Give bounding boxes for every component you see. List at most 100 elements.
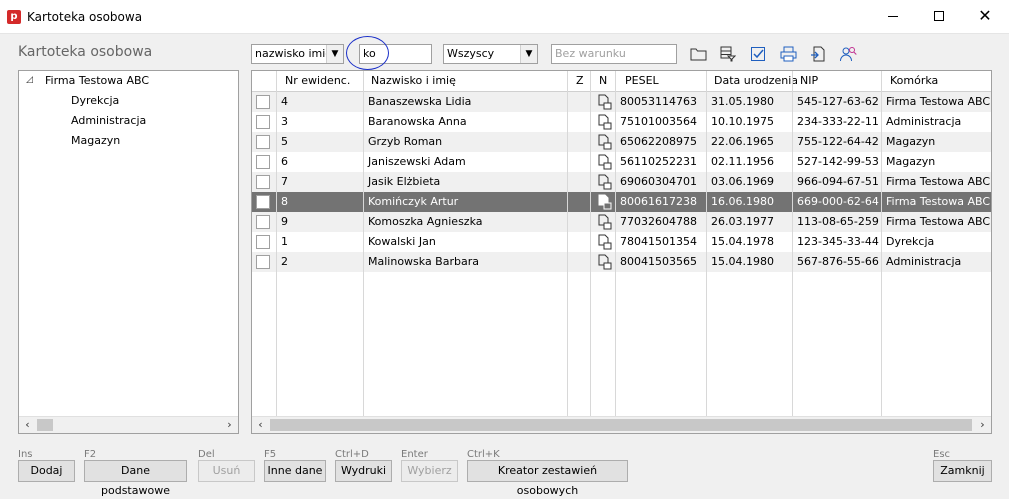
scrollbar-thumb[interactable] [270,419,972,431]
delete-button[interactable]: Usuń [198,460,255,482]
cell-nr: 6 [281,155,288,168]
cell-nip: 669-000-62-64 [797,195,879,208]
other-data-button[interactable]: Inne dane [264,460,326,482]
close-window-button[interactable]: ✕ [962,0,1008,32]
row-checkbox[interactable] [256,235,270,249]
maximize-button[interactable] [916,0,962,32]
tree-item-dyrekcja[interactable]: Dyrekcja [71,93,119,109]
column-header-unit[interactable]: Komórka [884,71,938,92]
maximize-icon [934,11,944,21]
scrollbar-thumb[interactable] [37,419,53,431]
column-header-dob[interactable]: Data urodzenia [708,71,798,92]
column-header-z[interactable]: Z [570,71,584,92]
row-checkbox[interactable] [256,135,270,149]
shortcut-label: Enter [401,449,428,460]
cell-nip: 527-142-99-53 [797,155,879,168]
documents-icon[interactable] [598,174,612,190]
cell-name: Baranowska Anna [368,115,467,128]
search-field-select-value: nazwisko imię [255,47,333,60]
cell-nip: 567-876-55-66 [797,255,879,268]
documents-icon[interactable] [598,154,612,170]
tree-item-firma[interactable]: Firma Testowa ABC [45,73,149,89]
filter-select[interactable]: Wszyscy ▼ [443,44,538,64]
close-button[interactable]: Zamknij [933,460,992,482]
scroll-left-arrow-icon[interactable]: ‹ [252,417,269,433]
close-icon: ✕ [978,6,992,25]
cell-nr: 5 [281,135,288,148]
filter-select-value: Wszyscy [447,47,495,60]
search-field-select[interactable]: nazwisko imię ▼ [251,44,344,64]
cell-dob: 22.06.1965 [711,135,774,148]
scroll-right-arrow-icon[interactable]: › [221,417,238,433]
cell-pesel: 80041503565 [620,255,697,268]
shortcut-label: Ctrl+K [467,449,500,460]
add-button[interactable]: Dodaj [18,460,75,482]
cell-unit: Magazyn [886,135,936,148]
employee-grid[interactable]: Nr ewidenc. Nazwisko i imię Z N PESEL Da… [251,70,992,434]
cell-name: Malinowska Barbara [368,255,479,268]
cell-nip: 234-333-22-11 [797,115,879,128]
documents-icon[interactable] [598,114,612,130]
row-checkbox[interactable] [256,95,270,109]
condition-input[interactable]: Bez warunku [551,44,677,64]
folder-icon[interactable] [688,44,708,64]
cell-unit: Administracja [886,115,962,128]
report-wizard-button[interactable]: Kreator zestawień osobowych [467,460,628,497]
scroll-right-arrow-icon[interactable]: › [974,417,991,433]
cell-pesel: 65062208975 [620,135,697,148]
column-header-nr[interactable]: Nr ewidenc. [279,71,350,92]
tree-horizontal-scrollbar[interactable]: ‹ › [19,416,238,433]
column-header-name[interactable]: Nazwisko i imię [365,71,456,92]
select-button[interactable]: Wybierz [401,460,458,482]
chevron-down-icon[interactable]: ▼ [326,45,343,63]
basic-data-button[interactable]: Dane podstawowe [84,460,187,497]
minimize-icon [888,15,898,17]
tree-item-administracja[interactable]: Administracja [71,113,146,129]
cell-nip: 966-094-67-51 [797,175,879,188]
users-search-icon[interactable] [838,44,858,64]
export-document-icon[interactable] [808,44,828,64]
column-header-pesel[interactable]: PESEL [619,71,659,92]
row-checkbox[interactable] [256,255,270,269]
cell-nr: 4 [281,95,288,108]
cell-nip: 113-08-65-259 [797,215,879,228]
cell-dob: 16.06.1980 [711,195,774,208]
documents-icon[interactable] [598,254,612,270]
row-checkbox[interactable] [256,115,270,129]
documents-icon[interactable] [598,214,612,230]
cell-dob: 15.04.1980 [711,255,774,268]
cell-dob: 10.10.1975 [711,115,774,128]
documents-icon[interactable] [598,134,612,150]
cell-nr: 7 [281,175,288,188]
cell-pesel: 77032604788 [620,215,697,228]
column-header-nip[interactable]: NIP [794,71,818,92]
column-header-n[interactable]: N [593,71,607,92]
table-filter-icon[interactable] [718,44,738,64]
prints-button[interactable]: Wydruki [335,460,392,482]
cell-nr: 1 [281,235,288,248]
cell-name: Jasik Elżbieta [368,175,441,188]
cell-nr: 2 [281,255,288,268]
cell-name: Komoszka Agnieszka [368,215,483,228]
cell-dob: 02.11.1956 [711,155,774,168]
grid-horizontal-scrollbar[interactable]: ‹ › [252,416,991,433]
checkbox-icon[interactable] [748,44,768,64]
cell-name: Grzyb Roman [368,135,443,148]
minimize-button[interactable] [870,0,916,32]
tree-item-magazyn[interactable]: Magazyn [71,133,120,149]
documents-icon[interactable] [598,194,612,210]
row-checkbox[interactable] [256,155,270,169]
organization-tree[interactable]: ◿ Firma Testowa ABC Dyrekcja Administrac… [18,70,239,434]
row-checkbox[interactable] [256,195,270,209]
documents-icon[interactable] [598,234,612,250]
cell-pesel: 80053114763 [620,95,697,108]
documents-icon[interactable] [598,94,612,110]
scroll-left-arrow-icon[interactable]: ‹ [19,417,36,433]
row-checkbox[interactable] [256,215,270,229]
panel-title: Kartoteka osobowa [18,44,153,60]
chevron-down-icon[interactable]: ▼ [520,45,537,63]
printer-icon[interactable] [778,44,798,64]
row-checkbox[interactable] [256,175,270,189]
cell-unit: Dyrekcja [886,235,935,248]
collapse-triangle-icon[interactable]: ◿ [26,75,33,85]
